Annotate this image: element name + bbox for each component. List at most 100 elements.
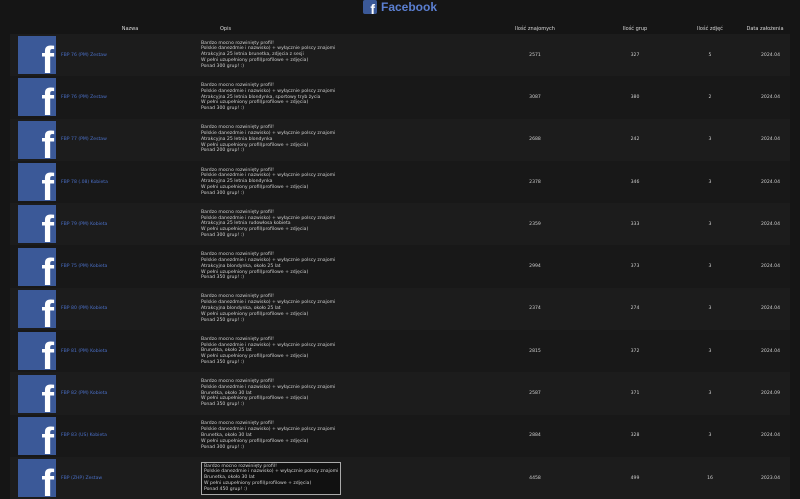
photos-count: 3 [708, 433, 712, 439]
friends-count: 4458 [529, 475, 541, 481]
groups-count: 372 [630, 348, 640, 354]
col-header-friends: Ilość znajomych [515, 26, 555, 32]
account-description: Bardzo mocno rozwinięty profil! Polskie d… [200, 288, 480, 330]
table-row[interactable]: f FBP 76 (PM) Zestaw Bardzo mocno rozwinię… [10, 76, 790, 119]
friends-count: 2815 [529, 348, 541, 354]
groups-count: 327 [630, 52, 640, 58]
photos-count: 3 [708, 391, 712, 397]
account-description: Bardzo mocno rozwinięty profil! Polskie d… [200, 161, 480, 203]
groups-count: 373 [630, 264, 640, 270]
account-description: Bardzo mocno rozwinięty profil! Polskie d… [200, 34, 480, 76]
friends-count: 2374 [529, 306, 541, 312]
friends-count: 3087 [529, 94, 541, 100]
facebook-thumbnail-icon[interactable]: f [18, 247, 56, 286]
accounts-table: Nazwa Opis Ilość znajomych Ilość grup Il… [10, 24, 790, 499]
account-name-link[interactable]: FBP (ZHP) Zestaw [60, 457, 200, 499]
account-name-link[interactable]: FBP 81 (PM) Kobieta [60, 330, 200, 372]
desc-line: Ponad 300 grup! :) [201, 106, 245, 112]
friends-count: 2587 [529, 391, 541, 397]
groups-count: 380 [630, 94, 640, 100]
groups-count: 328 [630, 433, 640, 439]
groups-count: 499 [630, 475, 640, 481]
created-date: 2024.04 [761, 94, 780, 100]
facebook-thumbnail-icon[interactable]: f [18, 374, 56, 413]
photos-count: 5 [708, 52, 712, 58]
facebook-thumbnail-icon[interactable]: f [18, 36, 56, 75]
table-row[interactable]: f FBP 82 (PM) Kobieta Bardzo mocno rozwini… [10, 372, 790, 415]
desc-line: Ponad 300 grup! :) [201, 63, 245, 69]
account-description: Bardzo mocno rozwinięty profil! Polskie d… [200, 119, 480, 161]
groups-count: 333 [630, 221, 640, 227]
account-description: Bardzo mocno rozwinięty profil! Polskie d… [200, 457, 480, 499]
photos-count: 2 [708, 94, 712, 100]
desc-line: Ponad 350 grup! :) [201, 275, 245, 281]
created-date: 2024.04 [761, 52, 780, 58]
table-row[interactable]: f FBP 76 (PM) Zestaw Bardzo mocno rozwinię… [10, 34, 790, 77]
table-row[interactable]: f FBP 79 (PM) Kobieta Bardzo mocno rozwini… [10, 203, 790, 246]
desc-line: Ponad 350 grup! :) [201, 359, 245, 365]
facebook-thumbnail-icon[interactable]: f [18, 416, 56, 455]
table-row[interactable]: f FBP 83 (US) Kobieta Bardzo mocno rozwini… [10, 414, 790, 457]
table-row[interactable]: f FBP 78 (.08) Kobieta Bardzo mocno rozwin… [10, 160, 790, 204]
friends-count: 2359 [529, 221, 541, 227]
facebook-thumbnail-icon[interactable]: f [18, 120, 56, 159]
created-date: 2024.09 [761, 391, 780, 397]
groups-count: 371 [630, 391, 640, 397]
page-header: f Facebook [0, 0, 800, 14]
created-date: 2024.04 [761, 433, 780, 439]
account-name-link[interactable]: FBP 80 (PM) Kobieta [60, 288, 200, 330]
table-row[interactable]: f FBP (ZHP) Zestaw Bardzo mocno rozwinięty… [10, 456, 790, 499]
account-name-link[interactable]: FBP 82 (PM) Kobieta [60, 372, 200, 414]
account-description: Bardzo mocno rozwinięty profil! Polskie d… [200, 372, 480, 414]
table-row[interactable]: f FBP 80 (PM) Kobieta Bardzo mocno rozwini… [10, 287, 790, 331]
account-description: Bardzo mocno rozwinięty profil! Polskie d… [200, 203, 480, 245]
account-name-link[interactable]: FBP 76 (PM) Zestaw [60, 76, 200, 118]
friends-count: 2378 [529, 179, 541, 185]
col-header-desc: Opis [220, 26, 232, 32]
desc-line: Ponad 350 grup! :) [201, 402, 245, 408]
friends-count: 2571 [529, 52, 541, 58]
photos-count: 3 [708, 306, 712, 312]
created-date: 2024.04 [761, 137, 780, 143]
created-date: 2024.04 [761, 306, 780, 312]
desc-line: Ponad 300 grup! :) [201, 233, 245, 239]
facebook-thumbnail-icon[interactable]: f [18, 332, 56, 371]
facebook-logo-icon: f [362, 0, 377, 14]
friends-count: 2688 [529, 137, 541, 143]
account-description: Bardzo mocno rozwinięty profil! Polskie d… [200, 415, 480, 457]
photos-count: 16 [707, 475, 713, 481]
account-description: Bardzo mocno rozwinięty profil! Polskie d… [200, 76, 480, 118]
brand-title: Facebook [380, 0, 437, 14]
photos-count: 3 [708, 221, 712, 227]
created-date: 2024.04 [761, 264, 780, 270]
table-row[interactable]: f FBP 75 (PM) Kobieta Bardzo mocno rozwini… [10, 245, 790, 288]
facebook-thumbnail-icon[interactable]: f [18, 205, 56, 244]
col-header-name: Nazwa [121, 26, 139, 32]
photos-count: 3 [708, 179, 712, 185]
created-date: 2023.04 [761, 475, 780, 481]
account-name-link[interactable]: FBP 75 (PM) Kobieta [60, 245, 200, 287]
friends-count: 2994 [529, 264, 541, 270]
desc-line: Ponad 300 grup! :) [201, 444, 245, 450]
groups-count: 242 [630, 137, 640, 143]
account-name-link[interactable]: FBP 77 (PM) Zestaw [60, 119, 200, 161]
table-row[interactable]: f FBP 77 (PM) Zestaw Bardzo mocno rozwinię… [10, 118, 790, 161]
table-row[interactable]: f FBP 81 (PM) Kobieta Bardzo mocno rozwini… [10, 330, 790, 373]
account-name-link[interactable]: FBP 79 (PM) Kobieta [60, 203, 200, 245]
groups-count: 346 [630, 179, 640, 185]
account-description: Bardzo mocno rozwinięty profil! Polskie d… [200, 245, 480, 287]
facebook-thumbnail-icon[interactable]: f [18, 289, 56, 328]
account-name-link[interactable]: FBP 83 (US) Kobieta [60, 415, 200, 457]
facebook-thumbnail-icon[interactable]: f [18, 78, 56, 117]
col-header-date: Data założenia [746, 26, 784, 32]
photos-count: 3 [708, 137, 712, 143]
account-name-link[interactable]: FBP 76 (PM) Zestaw [60, 34, 200, 76]
facebook-thumbnail-icon[interactable]: f [18, 163, 56, 202]
col-header-groups: Ilość grup [622, 26, 648, 32]
desc-line: Ponad 300 grup! :) [201, 190, 245, 196]
facebook-thumbnail-icon[interactable]: f [18, 459, 56, 498]
table-header: Nazwa Opis Ilość znajomych Ilość grup Il… [10, 24, 790, 34]
account-name-link[interactable]: FBP 78 (.08) Kobieta [60, 161, 200, 203]
created-date: 2024.04 [761, 221, 780, 227]
desc-line: Ponad 250 grup! :) [201, 317, 245, 323]
